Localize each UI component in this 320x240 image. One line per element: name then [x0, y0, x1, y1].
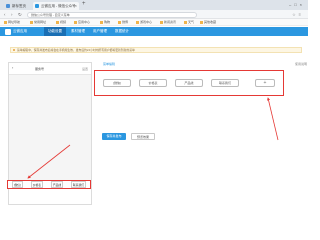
bookmark-item[interactable]: 新闻资讯 [160, 19, 176, 26]
forward-icon[interactable]: › [11, 11, 13, 18]
bookmark-icon [100, 20, 103, 24]
close-icon[interactable]: × [75, 2, 77, 10]
app-header: 云微应用 功能设置 素材管理 用户管理 数据统计 [0, 27, 308, 36]
preview-button[interactable]: 预览效果 [131, 133, 155, 140]
arrow-to-add-button [266, 97, 279, 141]
browser-tab-app[interactable]: 云微应用 - 微信公众号 × [33, 2, 79, 10]
phone-menu-bar: [微信] 价格表 产品线 联系我们 [7, 180, 91, 189]
app-icon [35, 4, 39, 8]
address-bar-row: ‹ › ↻ 微信公众号管理 - 自定义菜单 ☆≡ [0, 10, 308, 19]
browser-tabstrip: 新标签页 云微应用 - 微信公众号 × + –□× [0, 0, 308, 10]
bookmark-item[interactable]: 游戏中心 [136, 19, 152, 26]
bookmark-icon [118, 20, 121, 24]
app-logo-icon [5, 28, 11, 35]
notice-text: 菜单编辑中，保存并发布后将会在手机端生效，发布后约24小时内所有用户都将更新到新… [17, 48, 135, 52]
notice-bar: 菜单编辑中，保存并发布后将会在手机端生效，发布后约24小时内所有用户都将更新到新… [10, 47, 302, 53]
add-menu-button[interactable]: + [255, 79, 275, 87]
bookmark-item[interactable]: 购物 [100, 19, 110, 26]
phone-menu-item[interactable]: 价格表 [30, 181, 44, 188]
menu-item-button[interactable]: 价格表 [139, 79, 167, 87]
bookmarks-bar: 网址导航 常用网址 视频 应用中心 购物 微博 游戏中心 新闻资讯 天气 其他收… [0, 19, 308, 26]
bookmark-item[interactable]: 微博 [118, 19, 128, 26]
bookmark-icon [200, 20, 203, 24]
new-tab-button[interactable]: + [82, 1, 86, 7]
bookmark-item[interactable]: 天气 [184, 19, 194, 26]
phone-chat-area [9, 75, 91, 188]
phone-menu-item[interactable]: 产品线 [50, 181, 64, 188]
phone-settings: 设置 [81, 67, 88, 71]
save-publish-button[interactable]: 保存并发布 [102, 133, 126, 140]
nav-tab-materials[interactable]: 素材管理 [68, 27, 88, 36]
phone-menu-item[interactable]: [微信] [11, 181, 23, 188]
bookmark-item[interactable]: 其他收藏 [200, 19, 216, 26]
menu-item-button[interactable]: 联系我们 [211, 79, 239, 87]
browser-menu-icons[interactable]: ☆≡ [292, 11, 304, 18]
bookmark-icon [74, 20, 77, 24]
back-icon[interactable]: ‹ [4, 11, 6, 18]
window-controls[interactable]: –□× [289, 0, 305, 9]
menu-editor-heading: 菜单编辑 [103, 62, 116, 66]
bookmark-icon [30, 20, 33, 24]
bookmark-item[interactable]: 视频 [56, 19, 66, 26]
bookmark-item[interactable]: 网址导航 [4, 19, 20, 26]
app-name: 云微应用 [13, 29, 27, 33]
menu-item-button[interactable]: 产品线 [175, 79, 203, 87]
nav-tab-stats[interactable]: 数据统计 [112, 27, 132, 36]
browser-tab-newtab[interactable]: 新标签页 [4, 2, 32, 10]
bookmark-icon [184, 20, 187, 24]
globe-icon [6, 4, 10, 8]
bookmark-item[interactable]: 应用中心 [74, 19, 90, 26]
bookmark-item[interactable]: 常用网址 [30, 19, 46, 26]
tab-label: 新标签页 [12, 4, 26, 8]
phone-title: 服务号 [35, 67, 45, 71]
help-link[interactable]: 使用说明 [295, 62, 307, 66]
menu-item-button[interactable]: [微信] [103, 79, 131, 87]
bookmark-icon [160, 20, 163, 24]
url-input[interactable]: 微信公众号管理 - 自定义菜单 [27, 11, 197, 18]
bookmark-icon [56, 20, 59, 24]
tab-label: 云微应用 - 微信公众号 [41, 4, 76, 8]
refresh-icon[interactable]: ↻ [18, 11, 22, 18]
menu-editor: [微信] 价格表 产品线 联系我们 + [94, 70, 284, 96]
phone-header: ‹ 服务号 设置 [9, 63, 91, 75]
warning-icon [13, 49, 15, 51]
bookmark-icon [4, 20, 7, 24]
phone-menu-item[interactable]: 联系我们 [70, 181, 87, 188]
nav-tab-users[interactable]: 用户管理 [90, 27, 110, 36]
bookmark-icon [136, 20, 139, 24]
back-icon: ‹ [12, 65, 14, 70]
nav-tab-settings[interactable]: 功能设置 [44, 27, 66, 36]
